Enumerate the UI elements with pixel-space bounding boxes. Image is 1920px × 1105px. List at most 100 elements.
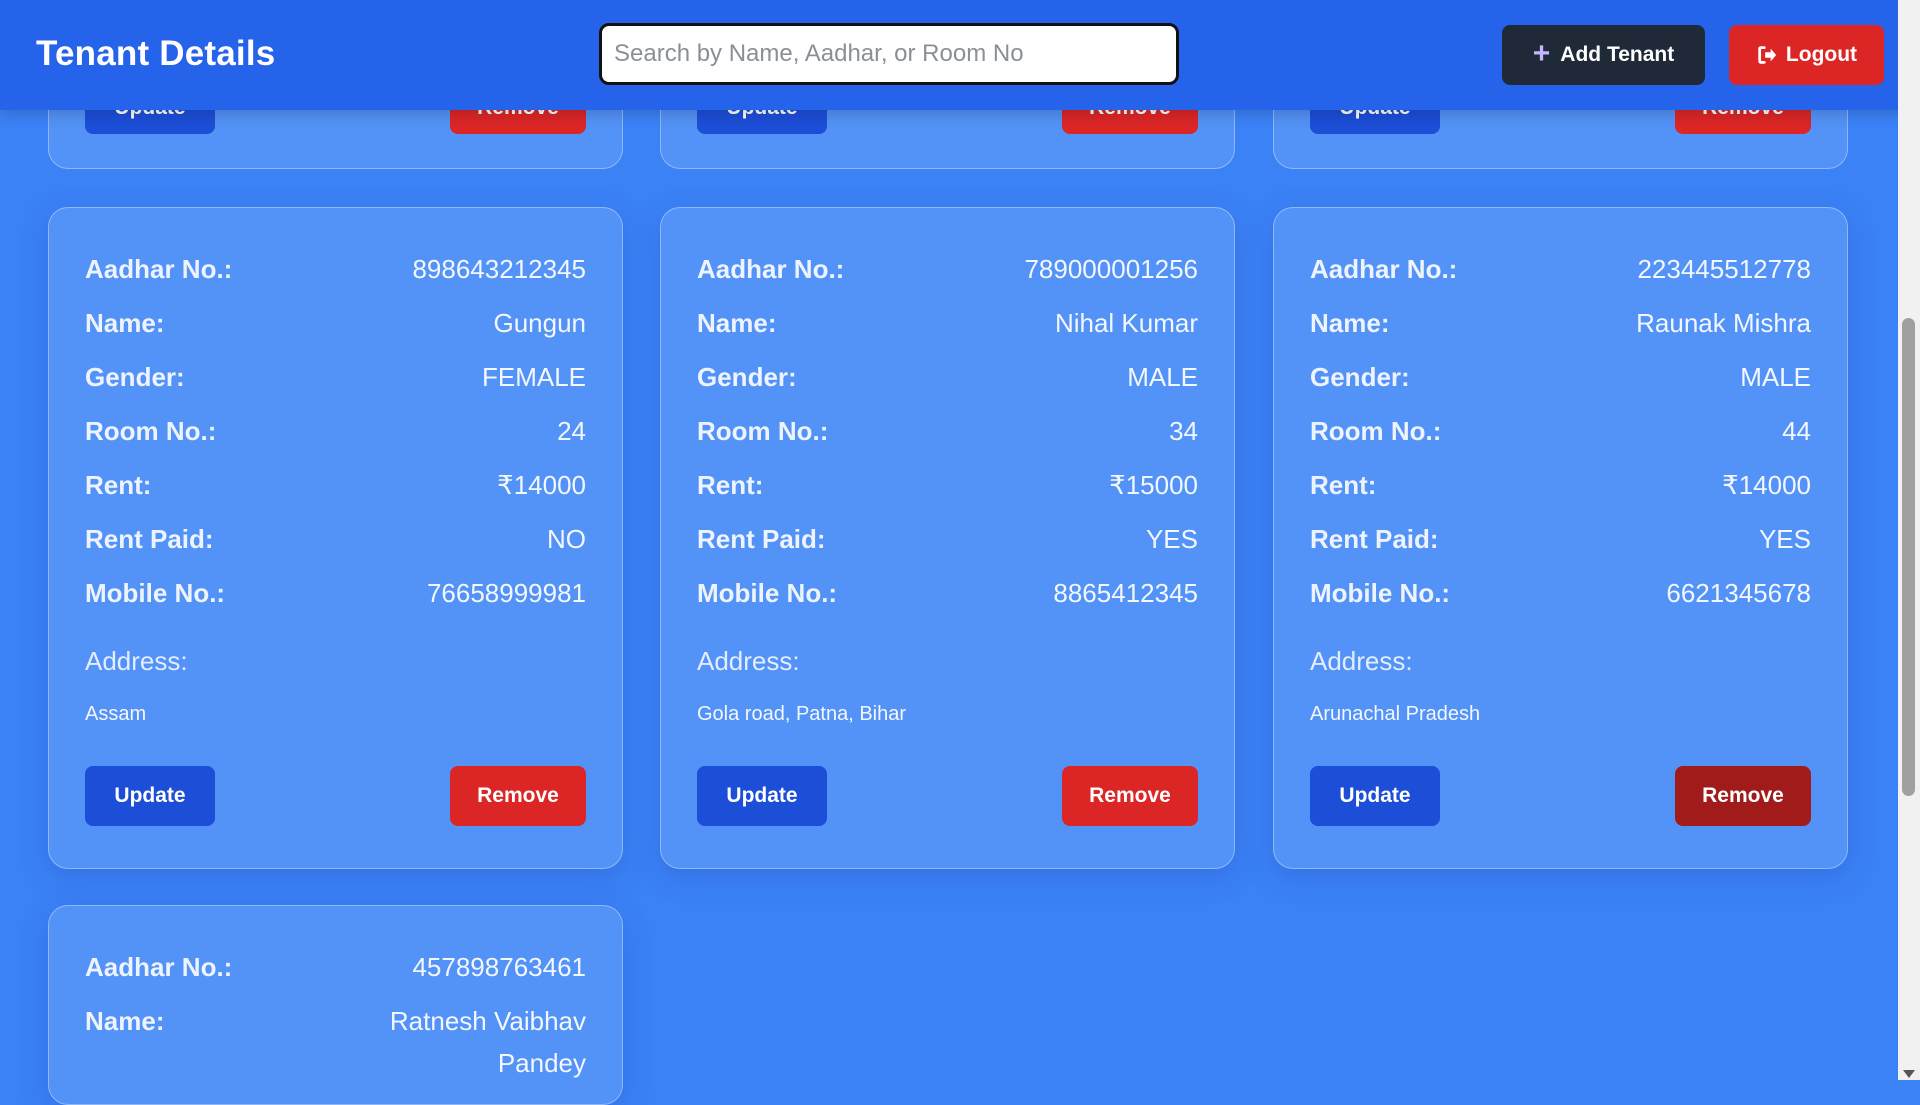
room-label: Room No.: [85,416,217,446]
name-value: Gungun [493,308,586,338]
address-value: Assam [85,703,147,725]
name-row: Name: Gungun [85,302,586,344]
address-value: Gola road, Patna, Bihar [697,703,907,725]
aadhar-value: 898643212345 [412,254,586,284]
gender-row: Gender: FEMALE [85,356,586,398]
name-value: Ratnesh Vaibhav Pandey [389,1006,586,1078]
mobile-row: Mobile No.: 76658999981 [85,572,586,614]
scroll-down-arrow-icon[interactable] [1903,1070,1915,1078]
room-value: 44 [1782,416,1811,446]
remove-button[interactable]: Remove [1062,766,1198,826]
update-button[interactable]: Update [85,766,215,826]
mobile-label: Mobile No.: [85,578,226,608]
rent-row: Rent: ₹14000 [1310,464,1811,506]
room-label: Room No.: [1310,416,1442,446]
mobile-value: 6621345678 [1666,578,1811,608]
gender-label: Gender: [697,362,797,392]
aadhar-label: Aadhar No.: [697,254,845,284]
rent-paid-label: Rent Paid: [85,524,214,554]
name-label: Name: [85,1006,165,1036]
rent-label: Rent: [697,470,764,500]
rent-paid-label: Rent Paid: [697,524,826,554]
aadhar-label: Aadhar No.: [1310,254,1458,284]
mobile-row: Mobile No.: 8865412345 [697,572,1198,614]
rent-paid-label: Rent Paid: [1310,524,1439,554]
rent-paid-row: Rent Paid: YES [1310,518,1811,560]
update-button[interactable]: Update [1310,766,1440,826]
aadhar-label: Aadhar No.: [85,254,233,284]
rent-value: ₹14000 [1722,470,1811,500]
mobile-value: 8865412345 [1053,578,1198,608]
rent-value: ₹14000 [497,470,586,500]
rent-value: ₹15000 [1109,470,1198,500]
top-bar: Tenant Details + Add Tenant Logout [0,0,1920,110]
gender-row: Gender: MALE [1310,356,1811,398]
scrollbar[interactable] [1898,0,1920,1080]
tenant-card: Aadhar No.: 457898763461 Name: Ratnesh Vai… [48,905,623,1105]
gender-value: FEMALE [481,362,586,392]
rent-label: Rent: [1310,470,1377,500]
name-row: Name: Ratnesh Vaibhav Pandey [85,1000,586,1084]
aadhar-value: 457898763461 [412,952,586,982]
room-label: Room No.: [697,416,829,446]
search-input[interactable] [599,23,1179,85]
aadhar-row: Aadhar No.: 457898763461 [85,946,586,988]
name-value: Raunak Mishra [1636,308,1811,338]
name-label: Name: [85,308,165,338]
gender-row: Gender: MALE [697,356,1198,398]
card-actions: Update Remove [697,766,1198,826]
remove-button[interactable]: Remove [450,766,586,826]
page-title: Tenant Details [36,34,276,73]
rent-label: Rent: [85,470,152,500]
address-label: Address: [697,646,800,676]
rent-row: Rent: ₹14000 [85,464,586,506]
aadhar-row: Aadhar No.: 789000001256 [697,248,1198,290]
rent-row: Rent: ₹15000 [697,464,1198,506]
card-actions: Update Remove [85,766,586,826]
mobile-value: 76658999981 [426,578,586,608]
aadhar-value: 223445512778 [1637,254,1811,284]
mobile-row: Mobile No.: 6621345678 [1310,572,1811,614]
aadhar-value: 789000001256 [1024,254,1198,284]
tenant-card: Aadhar No.: 223445512778 Name: Raunak Mish… [1273,207,1848,869]
gender-label: Gender: [1310,362,1410,392]
room-row: Room No.: 44 [1310,410,1811,452]
address-label: Address: [85,646,188,676]
room-row: Room No.: 24 [85,410,586,452]
room-value: 24 [557,416,586,446]
card-actions: Update Remove [1310,766,1811,826]
rent-paid-row: Rent Paid: YES [697,518,1198,560]
logout-label: Logout [1785,43,1858,66]
rent-paid-value: NO [547,524,586,554]
add-tenant-button[interactable]: + Add Tenant [1502,25,1705,85]
name-label: Name: [697,308,777,338]
tenant-card: Aadhar No.: 789000001256 Name: Nihal Kumar… [660,207,1235,869]
update-button[interactable]: Update [697,766,827,826]
mobile-label: Mobile No.: [1310,578,1451,608]
room-value: 34 [1169,416,1198,446]
address-value: Arunachal Pradesh [1310,703,1481,725]
tenant-card: Aadhar No.: 898643212345 Name: Gungun Gend… [48,207,623,869]
gender-label: Gender: [85,362,185,392]
aadhar-label: Aadhar No.: [85,952,233,982]
name-row: Name: Raunak Mishra [1310,302,1811,344]
aadhar-row: Aadhar No.: 223445512778 [1310,248,1811,290]
name-row: Name: Nihal Kumar [697,302,1198,344]
plus-icon: + [1532,36,1551,70]
rent-paid-row: Rent Paid: NO [85,518,586,560]
room-row: Room No.: 34 [697,410,1198,452]
add-tenant-label: Add Tenant [1560,43,1675,66]
address-label: Address: [1310,646,1413,676]
rent-paid-value: YES [1145,524,1198,554]
gender-value: MALE [1740,362,1811,392]
logout-icon [1758,46,1777,64]
logout-button[interactable]: Logout [1729,25,1884,85]
remove-button[interactable]: Remove [1675,766,1811,826]
name-value: Nihal Kumar [1054,308,1198,338]
aadhar-row: Aadhar No.: 898643212345 [85,248,586,290]
rent-paid-value: YES [1758,524,1811,554]
scrollbar-thumb[interactable] [1902,318,1915,796]
gender-value: MALE [1127,362,1198,392]
mobile-label: Mobile No.: [697,578,838,608]
name-label: Name: [1310,308,1390,338]
